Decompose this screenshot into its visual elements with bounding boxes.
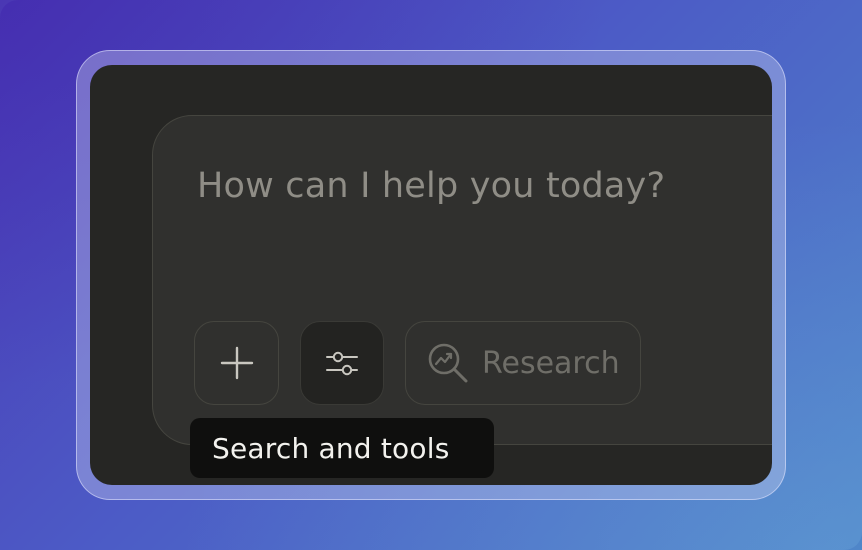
sliders-icon	[325, 346, 359, 380]
research-label: Research	[482, 345, 620, 381]
prompt-input-placeholder[interactable]: How can I help you today?	[197, 166, 665, 206]
plus-icon	[219, 345, 255, 381]
research-trend-magnifier-icon	[426, 341, 470, 385]
tooltip-text: Search and tools	[212, 431, 450, 465]
search-and-tools-button[interactable]	[300, 321, 384, 405]
chat-composer[interactable]: How can I help you today? Research	[152, 115, 772, 445]
research-button[interactable]: Research	[405, 321, 641, 405]
add-button[interactable]	[194, 321, 279, 405]
app-window: How can I help you today? Research Searc…	[90, 65, 772, 485]
tooltip: Search and tools	[190, 418, 494, 478]
